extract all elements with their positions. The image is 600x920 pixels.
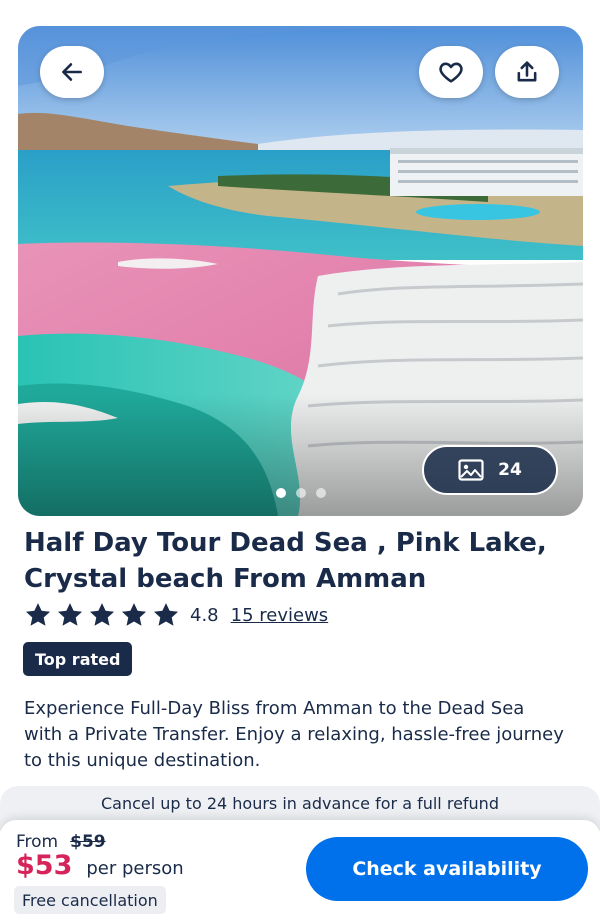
tour-description: Experience Full-Day Bliss from Amman to … [24, 698, 564, 771]
star-icon [121, 603, 147, 626]
star-rating [24, 601, 180, 629]
carousel-indicator [18, 488, 583, 498]
from-price-row: From $59 [16, 832, 106, 852]
carousel-dot-active[interactable] [275, 488, 286, 498]
star-icon [153, 603, 179, 626]
dead-sea-photo [18, 26, 583, 516]
per-person-label: per person [86, 858, 184, 879]
price-row: $53 per person [16, 850, 184, 881]
from-label: From [16, 832, 59, 852]
reviews-link[interactable]: 15 reviews [231, 605, 329, 626]
image-icon [458, 459, 484, 481]
booking-bar: From $59 $53 per person Free cancellatio… [0, 820, 600, 920]
heart-icon [439, 62, 463, 83]
check-availability-button[interactable]: Check availability [306, 837, 588, 901]
photo-count-label: 24 [498, 460, 522, 480]
tour-title: Half Day Tour Dead Sea , Pink Lake, Crys… [24, 528, 547, 594]
current-price: $53 [16, 850, 73, 881]
star-icon [25, 603, 51, 626]
rating-row: 4.8 15 reviews [24, 600, 328, 630]
share-button[interactable] [495, 46, 559, 98]
carousel-dot[interactable] [315, 488, 326, 498]
free-cancellation-badge: Free cancellation [14, 886, 166, 914]
top-rated-badge: Top rated [23, 642, 133, 676]
arrow-left-icon [62, 63, 82, 81]
hero-image-carousel[interactable]: 24 [18, 26, 583, 516]
star-icon [57, 603, 83, 626]
share-icon [517, 61, 537, 82]
carousel-dot[interactable] [295, 488, 306, 498]
favorite-button[interactable] [419, 46, 483, 98]
original-price: $59 [70, 832, 106, 852]
star-icon [89, 603, 115, 626]
rating-value: 4.8 [190, 604, 219, 626]
back-button[interactable] [40, 46, 104, 98]
